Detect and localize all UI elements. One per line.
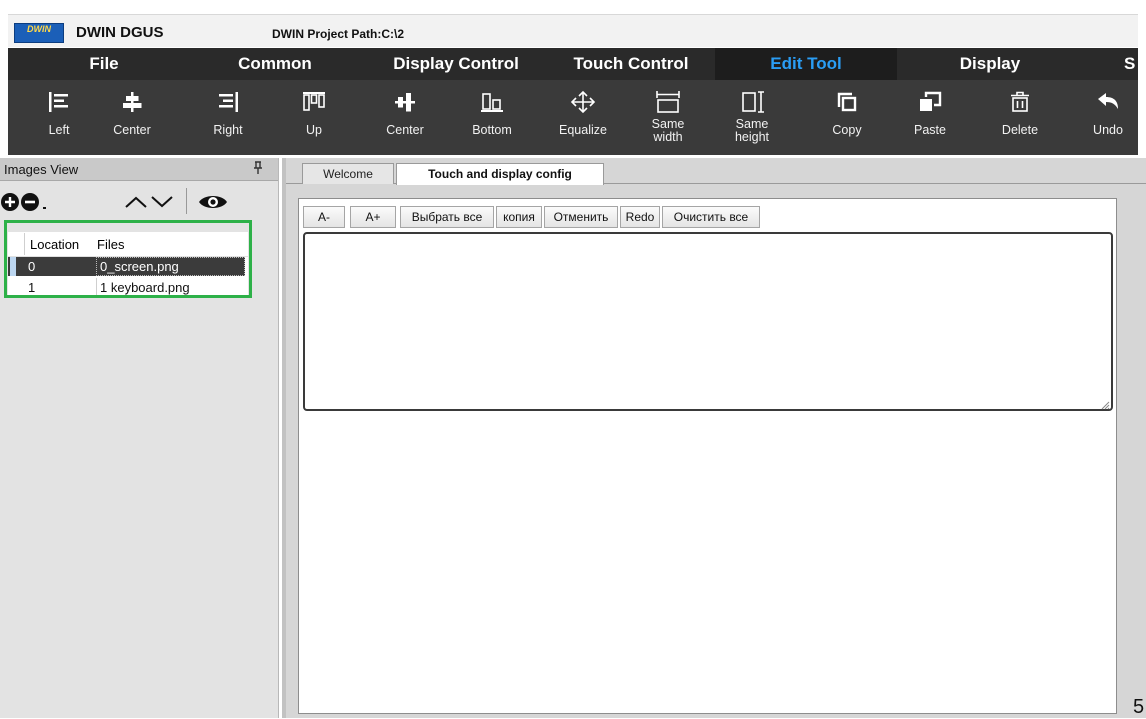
stray-text: 5: [1133, 696, 1145, 718]
move-up-icon[interactable]: [124, 194, 148, 215]
clear-all-button[interactable]: Очистить все: [662, 206, 760, 228]
eye-icon[interactable]: [198, 192, 228, 217]
undo-icon: [1078, 88, 1138, 116]
menu-display[interactable]: Display: [900, 48, 1080, 80]
same-width-button[interactable]: Same width: [636, 84, 700, 152]
app-name: DWIN DGUS: [76, 24, 164, 41]
align-right-icon: [196, 88, 260, 116]
title-bar: [8, 14, 1138, 47]
menu-file[interactable]: File: [56, 48, 152, 80]
tool-label: Undo: [1093, 123, 1123, 137]
align-up-button[interactable]: Up: [282, 84, 346, 152]
align-vcenter-button[interactable]: Center: [373, 84, 437, 152]
redo-button[interactable]: Redo: [620, 206, 660, 228]
align-bottom-icon: [460, 88, 524, 116]
add-image-icon[interactable]: [0, 192, 20, 217]
font-decrease-button[interactable]: A-: [303, 206, 345, 228]
toolbar-divider: [186, 188, 187, 214]
align-center-icon: [96, 88, 168, 116]
delete-button[interactable]: Delete: [988, 84, 1052, 152]
align-left-button[interactable]: Left: [27, 84, 91, 152]
cancel-button[interactable]: Отменить: [544, 206, 618, 228]
tool-label: Center: [386, 123, 424, 137]
project-path: DWIN Project Path:C:\2: [272, 27, 405, 41]
align-top-icon: [282, 88, 346, 116]
same-width-icon: [636, 88, 700, 116]
menu-display-control[interactable]: Display Control: [365, 48, 547, 80]
config-text-area[interactable]: [303, 232, 1113, 411]
align-left-icon: [27, 88, 91, 116]
tool-label: Left: [48, 123, 70, 137]
tool-label: Same width: [651, 117, 685, 144]
align-middle-icon: [373, 88, 437, 116]
tab-welcome[interactable]: Welcome: [302, 163, 394, 184]
menu-touch-control[interactable]: Touch Control: [550, 48, 712, 80]
tool-label: Same height: [734, 117, 770, 144]
equalize-button[interactable]: Equalize: [551, 84, 615, 152]
tool-label: Delete: [1001, 123, 1039, 137]
select-all-button[interactable]: Выбрать все: [400, 206, 494, 228]
same-height-icon: [720, 88, 784, 116]
pin-icon[interactable]: [252, 161, 264, 178]
highlight-box: [4, 220, 252, 298]
panel-title: Images View: [4, 162, 79, 177]
resize-grip-icon[interactable]: [1100, 397, 1110, 410]
splitter[interactable]: [282, 158, 286, 718]
move-down-icon[interactable]: [150, 194, 174, 215]
tool-label: Right: [213, 123, 243, 137]
tool-label: Center: [113, 123, 151, 137]
align-right-button[interactable]: Right: [196, 84, 260, 152]
paste-icon: [898, 88, 962, 116]
tool-label: Up: [306, 123, 322, 137]
equalize-icon: [551, 88, 615, 116]
tab-touch-display-config[interactable]: Touch and display config: [396, 163, 604, 185]
undo-button[interactable]: Undo: [1078, 84, 1138, 152]
font-increase-button[interactable]: A+: [350, 206, 396, 228]
remove-image-icon[interactable]: [20, 192, 40, 217]
align-bottom-button[interactable]: Bottom: [460, 84, 524, 152]
menu-common[interactable]: Common: [210, 48, 340, 80]
menu-edit-tool[interactable]: Edit Tool: [715, 48, 897, 80]
copy-text-button[interactable]: копия: [496, 206, 542, 228]
paste-button[interactable]: Paste: [898, 84, 962, 152]
tool-label: Paste: [914, 123, 946, 137]
tool-label: Copy: [832, 123, 862, 137]
copy-icon: [815, 88, 879, 116]
align-center-button[interactable]: Center: [96, 84, 168, 152]
same-height-button[interactable]: Same height: [720, 84, 784, 152]
app-logo: DWIN: [14, 23, 64, 43]
tool-label: Bottom: [472, 123, 512, 137]
copy-button[interactable]: Copy: [815, 84, 879, 152]
menu-overflow[interactable]: S: [1124, 48, 1138, 80]
trash-icon: [988, 88, 1052, 116]
dropdown-dot-icon[interactable]: [42, 198, 48, 216]
tool-label: Equalize: [559, 123, 607, 137]
